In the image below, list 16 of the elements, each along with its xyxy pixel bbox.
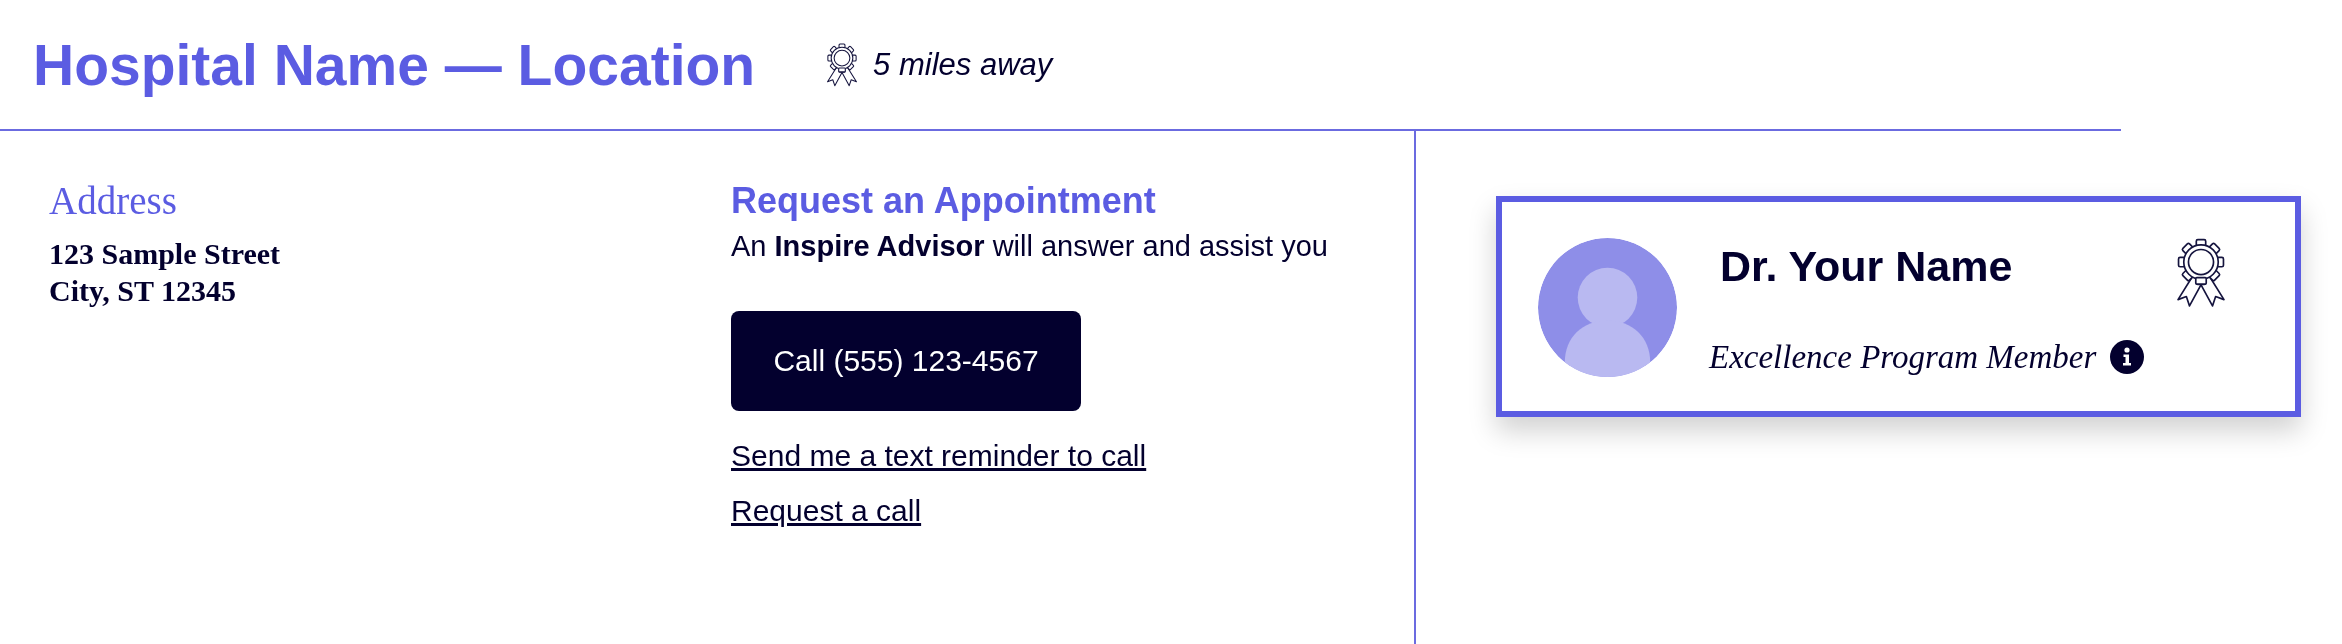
avatar-placeholder-icon [1538,238,1677,377]
award-ribbon-icon [2175,238,2227,308]
award-ribbon-icon [825,42,860,87]
address-line: City, ST 12345 [49,273,236,309]
request-link[interactable]: Request a call [731,494,922,527]
call-button[interactable]: Call (555) 123-4567 [731,311,1081,411]
info-icon [2110,340,2145,374]
program-label: Excellence Program Member [1709,338,2097,376]
distance-text: 5 miles away [873,46,1053,83]
address-line: 123 Sample Street [49,236,281,272]
appointment-subtitle: An Inspire Advisor will answer and assist you [731,229,1328,263]
address-heading: Address [49,179,178,223]
page-title: Hospital Name — Location [33,31,756,98]
doctor-name: Dr. Your Name [1720,242,2013,290]
request-link[interactable]: Send me a text reminder to call [731,439,1147,472]
appointment-heading: Request an Appointment [731,179,1156,223]
